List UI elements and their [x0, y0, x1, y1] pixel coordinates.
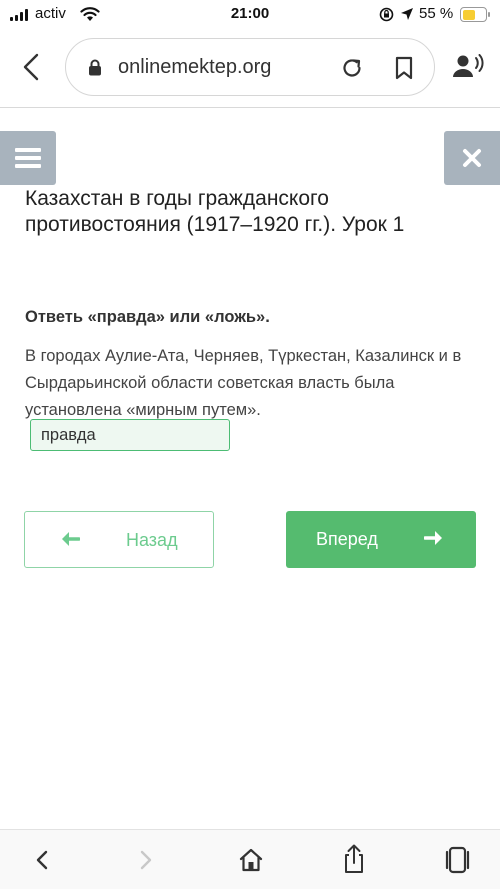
home-icon[interactable]: [238, 847, 264, 873]
reader-voice-icon[interactable]: [452, 54, 484, 78]
question-text: В городах Аулие-Ата, Черняев, Түркестан,…: [25, 347, 462, 419]
arrow-right-icon: [424, 531, 442, 545]
rotation-lock-icon: [379, 7, 394, 22]
chevron-left-icon[interactable]: [18, 52, 44, 82]
next-button[interactable]: Вперед: [286, 511, 476, 568]
battery-icon: [460, 7, 490, 22]
back-button[interactable]: Назад: [24, 511, 214, 568]
back-button-label: Назад: [126, 530, 178, 550]
arrow-left-icon: [62, 532, 80, 546]
share-icon[interactable]: [342, 844, 366, 874]
task-instruction: Ответь «правда» или «ложь».: [25, 308, 270, 326]
url-field[interactable]: onlinemektep.org: [65, 38, 435, 96]
lesson-title: Казахстан в годы гражданского противосто…: [25, 187, 405, 236]
tabs-icon[interactable]: [444, 846, 470, 874]
battery-fill: [462, 9, 475, 20]
back-icon[interactable]: [32, 848, 52, 872]
url-text: onlinemektep.org: [118, 56, 272, 78]
battery-percent: 55 %: [419, 5, 454, 22]
location-arrow-icon: [401, 8, 413, 20]
menu-button[interactable]: [0, 131, 56, 185]
status-bar: activ 21:00 55 %: [0, 0, 500, 30]
next-button-label: Вперед: [316, 529, 378, 549]
close-button[interactable]: [444, 131, 500, 185]
selected-answer[interactable]: правда: [30, 419, 230, 451]
browser-toolbar: [0, 829, 500, 889]
hamburger-icon: [15, 148, 41, 168]
lesson-page: Казахстан в годы гражданского противосто…: [0, 109, 500, 829]
close-icon: [463, 149, 481, 167]
reload-icon[interactable]: [340, 56, 364, 80]
padlock-icon: [89, 59, 101, 76]
browser-address-bar: onlinemektep.org: [0, 30, 500, 108]
forward-icon[interactable]: [136, 848, 156, 872]
bookmark-icon[interactable]: [394, 56, 414, 80]
